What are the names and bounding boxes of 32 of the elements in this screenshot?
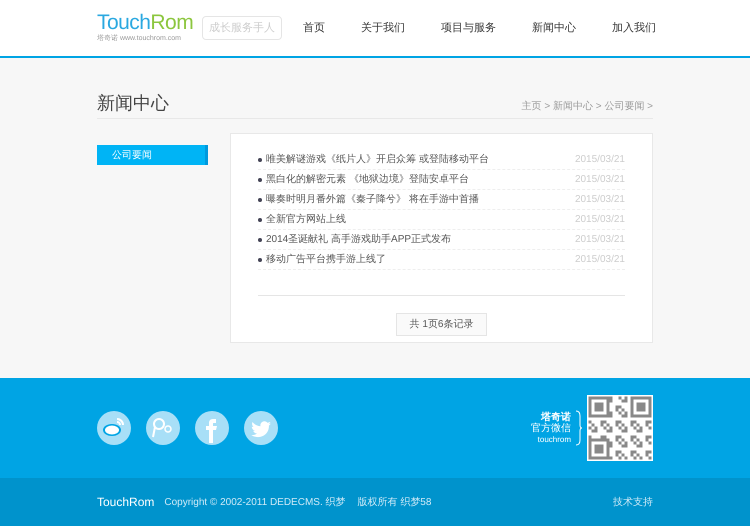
bullet-icon: [258, 238, 262, 242]
wechat-name: 塔奇诺: [541, 412, 571, 422]
news-link[interactable]: 移动广告平台携手游上线了: [266, 252, 386, 267]
news-link[interactable]: 唯美解谜游戏《纸片人》开启众筹 或登陆移动平台: [266, 152, 489, 167]
footer-logo: TouchRom: [97, 494, 154, 511]
breadcrumb: 主页 > 新闻中心 > 公司要闻 >: [522, 100, 653, 114]
bullet-icon: [258, 258, 262, 262]
page-title: 新闻中心: [97, 92, 169, 115]
news-link[interactable]: 黑白化的解密元素 《地狱边境》登陆安卓平台: [266, 172, 469, 187]
bullet-icon: [258, 198, 262, 202]
news-link[interactable]: 曝奏时明月番外篇《秦子降兮》 将在手游中首播: [266, 192, 479, 207]
rights-text: 版权所有 织梦58: [358, 496, 432, 510]
weibo-icon[interactable]: [97, 411, 131, 445]
brace-icon: [575, 410, 583, 446]
nav-link[interactable]: 首页: [303, 20, 325, 36]
bullet-icon: [258, 158, 262, 162]
nav-link[interactable]: 新闻中心: [532, 20, 576, 36]
copyright: Copyright © 2002-2011 DEDECMS. 织梦: [164, 496, 346, 510]
wechat-account: touchrom: [538, 434, 571, 444]
nav-link[interactable]: 加入我们: [612, 20, 656, 36]
facebook-icon[interactable]: [195, 411, 229, 445]
nav-link[interactable]: 项目与服务: [441, 20, 496, 36]
tencent-icon[interactable]: [146, 411, 180, 445]
twitter-icon[interactable]: [244, 411, 278, 445]
bullet-icon: [258, 178, 262, 182]
nav-link[interactable]: 关于我们: [361, 20, 405, 36]
qr-code: [587, 395, 653, 461]
pagination-info: 共 1页6条记录: [396, 313, 488, 336]
wechat-label: 官方微信: [531, 422, 571, 434]
news-link[interactable]: 全新官方网站上线: [266, 212, 346, 227]
news-link[interactable]: 2014圣诞献礼 高手游戏助手APP正式发布: [266, 232, 452, 247]
bullet-icon: [258, 218, 262, 222]
